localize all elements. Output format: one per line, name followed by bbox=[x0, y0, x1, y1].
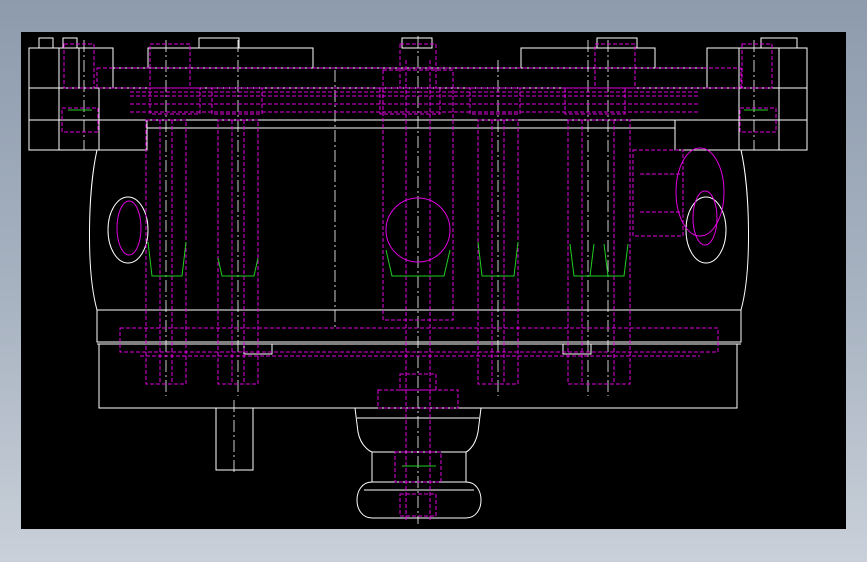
knob-lower bbox=[356, 481, 482, 519]
right-bore-ellipse bbox=[692, 190, 718, 246]
mechanical-drawing bbox=[28, 36, 808, 524]
centerline-layer bbox=[83, 36, 755, 524]
right-slot bbox=[685, 196, 727, 264]
drawing-viewport[interactable] bbox=[21, 32, 846, 529]
cad-window bbox=[0, 0, 867, 562]
top-plate-mid-left bbox=[147, 47, 314, 69]
base-plate-upper bbox=[96, 309, 742, 343]
top-clamp-left bbox=[28, 119, 148, 151]
left-bore-ellipse bbox=[116, 200, 142, 256]
dowel-pin bbox=[215, 407, 254, 471]
hidden-layer bbox=[61, 43, 777, 520]
left-slot bbox=[107, 196, 149, 264]
top-clamp-right bbox=[674, 119, 808, 151]
